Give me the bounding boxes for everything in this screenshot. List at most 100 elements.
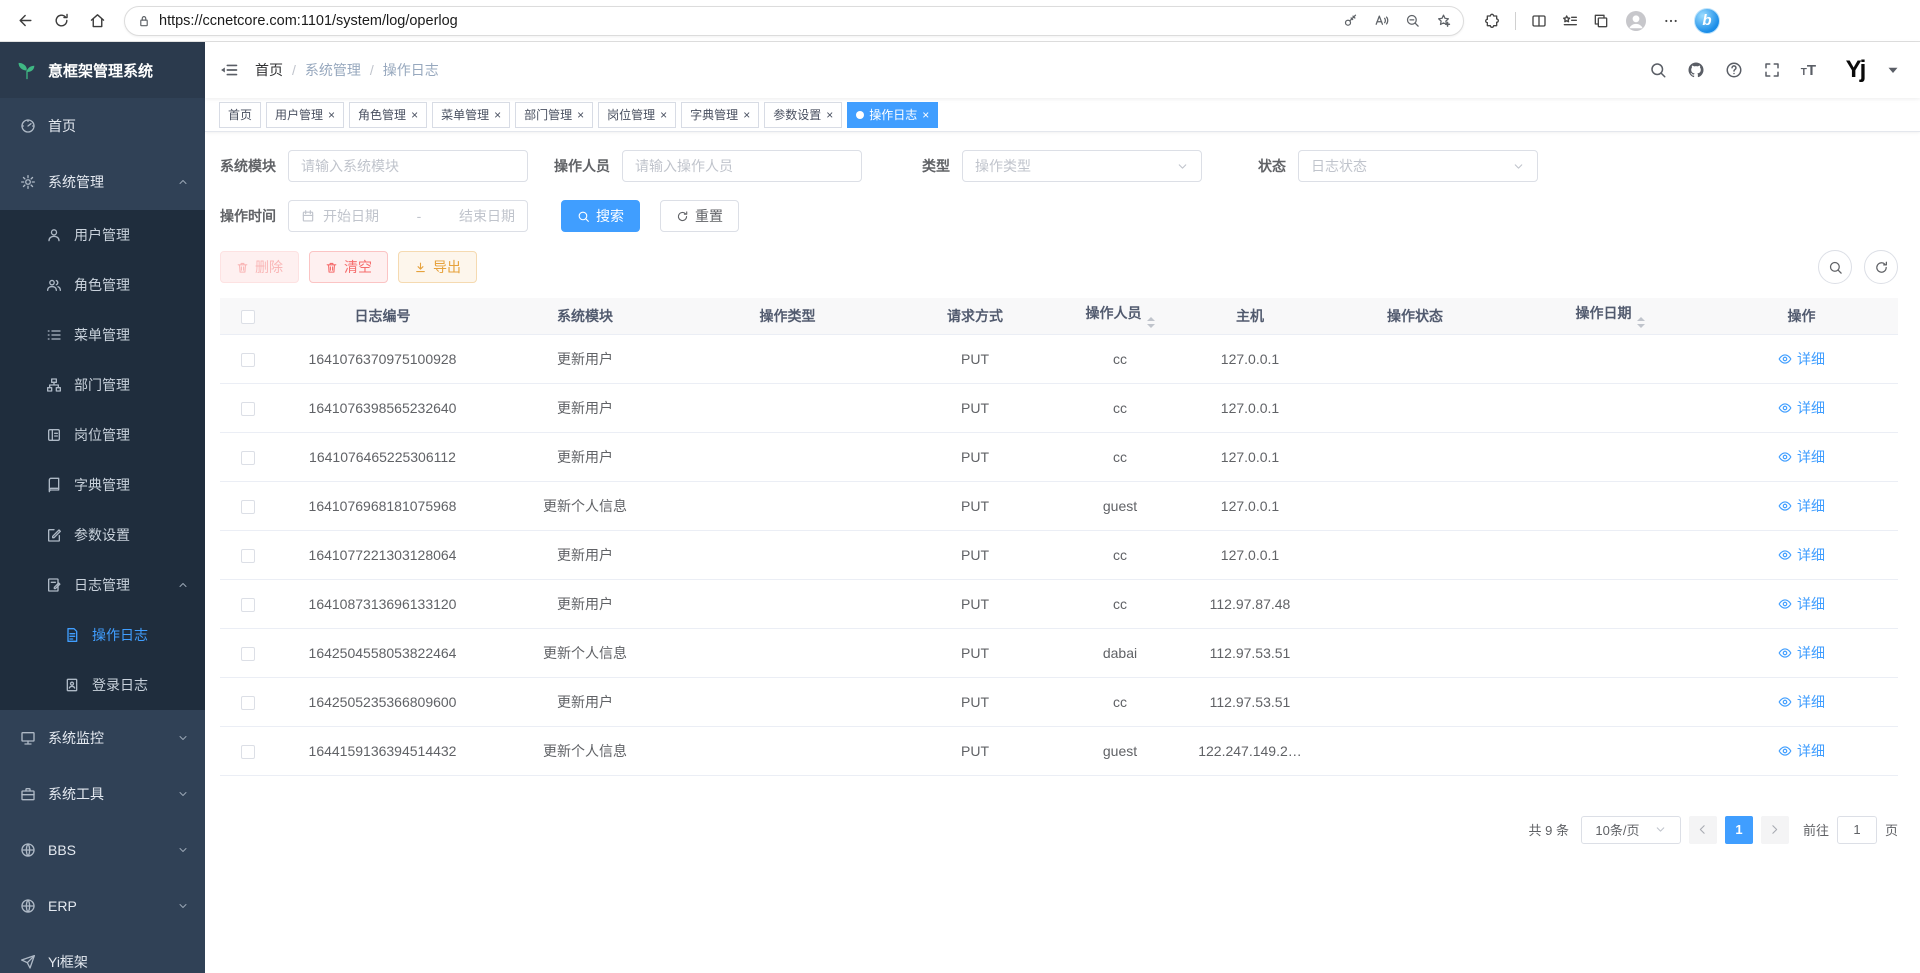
browser-back-icon[interactable] [10, 6, 40, 36]
goto-page-input[interactable] [1837, 816, 1877, 844]
extensions-icon[interactable] [1484, 13, 1500, 29]
detail-link[interactable]: 详细 [1778, 349, 1825, 369]
sidebar-item-角色管理[interactable]: 角色管理 [0, 260, 205, 310]
reset-button[interactable]: 重置 [660, 200, 739, 232]
tab-角色管理[interactable]: 角色管理× [349, 102, 427, 128]
page-number-1[interactable]: 1 [1725, 816, 1753, 844]
row-checkbox[interactable] [241, 353, 255, 367]
zoom-out-icon[interactable] [1405, 13, 1420, 28]
sidebar-item-用户管理[interactable]: 用户管理 [0, 210, 205, 260]
close-tab-icon[interactable]: × [411, 109, 418, 121]
add-favorite-icon[interactable] [1436, 13, 1451, 28]
page-size-select[interactable]: 10条/页 [1581, 816, 1681, 844]
browser-refresh-icon[interactable] [46, 6, 76, 36]
detail-link[interactable]: 详细 [1778, 594, 1825, 614]
status-filter-select[interactable]: 日志状态 [1298, 150, 1538, 182]
tab-首页[interactable]: 首页 [219, 102, 261, 128]
header-search-icon[interactable] [1649, 61, 1667, 79]
help-icon[interactable] [1725, 61, 1743, 79]
logo[interactable]: 意框架管理系统 [0, 42, 205, 98]
clear-button[interactable]: 清空 [309, 251, 388, 283]
type-filter-select[interactable]: 操作类型 [962, 150, 1202, 182]
detail-link[interactable]: 详细 [1778, 741, 1825, 761]
user-avatar[interactable]: Yj [1836, 51, 1874, 89]
export-button[interactable]: 导出 [398, 251, 477, 283]
password-key-icon[interactable] [1343, 13, 1358, 28]
column-header-操作日期[interactable]: 操作日期 [1515, 298, 1705, 334]
close-tab-icon[interactable]: × [743, 109, 750, 121]
row-checkbox[interactable] [241, 696, 255, 710]
select-all-checkbox[interactable] [241, 310, 255, 324]
sidebar-item-字典管理[interactable]: 字典管理 [0, 460, 205, 510]
row-checkbox[interactable] [241, 402, 255, 416]
tab-操作日志[interactable]: 操作日志× [847, 102, 938, 128]
address-bar[interactable]: https://ccnetcore.com:1101/system/log/op… [124, 6, 1464, 36]
browser-home-icon[interactable] [82, 6, 112, 36]
sidebar-item-BBS[interactable]: BBS [0, 822, 205, 878]
row-checkbox[interactable] [241, 745, 255, 759]
column-header-操作人员[interactable]: 操作人员 [1055, 298, 1185, 334]
avatar-caret-icon[interactable] [1884, 61, 1902, 79]
sidebar-item-系统管理[interactable]: 系统管理 [0, 154, 205, 210]
detail-link[interactable]: 详细 [1778, 496, 1825, 516]
sidebar-item-Yi框架[interactable]: Yi框架 [0, 934, 205, 973]
split-screen-icon[interactable] [1531, 13, 1547, 29]
module-filter-input[interactable] [288, 150, 528, 182]
detail-link[interactable]: 详细 [1778, 545, 1825, 565]
edge-copilot-icon[interactable]: b [1694, 8, 1720, 34]
row-checkbox[interactable] [241, 549, 255, 563]
tab-参数设置[interactable]: 参数设置× [764, 102, 842, 128]
close-tab-icon[interactable]: × [826, 109, 833, 121]
detail-link[interactable]: 详细 [1778, 447, 1825, 467]
row-checkbox[interactable] [241, 451, 255, 465]
tab-岗位管理[interactable]: 岗位管理× [598, 102, 676, 128]
close-tab-icon[interactable]: × [328, 109, 335, 121]
favorites-icon[interactable] [1562, 13, 1578, 29]
row-checkbox[interactable] [241, 500, 255, 514]
row-checkbox[interactable] [241, 598, 255, 612]
next-page-button[interactable] [1761, 816, 1789, 844]
close-tab-icon[interactable]: × [577, 109, 584, 121]
tab-用户管理[interactable]: 用户管理× [266, 102, 344, 128]
close-tab-icon[interactable]: × [922, 109, 929, 121]
breadcrumb-item[interactable]: 首页 [255, 60, 283, 80]
close-tab-icon[interactable]: × [660, 109, 667, 121]
sidebar-item-系统监控[interactable]: 系统监控 [0, 710, 205, 766]
sort-carets-icon[interactable] [1637, 317, 1645, 328]
sort-carets-icon[interactable] [1147, 317, 1155, 328]
prev-page-button[interactable] [1689, 816, 1717, 844]
sidebar-item-部门管理[interactable]: 部门管理 [0, 360, 205, 410]
sidebar-item-岗位管理[interactable]: 岗位管理 [0, 410, 205, 460]
sidebar-item-日志管理[interactable]: 日志管理 [0, 560, 205, 610]
sidebar-item-系统工具[interactable]: 系统工具 [0, 766, 205, 822]
sidebar-item-参数设置[interactable]: 参数设置 [0, 510, 205, 560]
fullscreen-icon[interactable] [1763, 61, 1781, 79]
detail-link[interactable]: 详细 [1778, 398, 1825, 418]
sidebar-item-登录日志[interactable]: 登录日志 [0, 660, 205, 710]
sidebar-item-ERP[interactable]: ERP [0, 878, 205, 934]
sidebar-item-操作日志[interactable]: 操作日志 [0, 610, 205, 660]
row-checkbox[interactable] [241, 647, 255, 661]
detail-link[interactable]: 详细 [1778, 643, 1825, 663]
tab-菜单管理[interactable]: 菜单管理× [432, 102, 510, 128]
tab-字典管理[interactable]: 字典管理× [681, 102, 759, 128]
font-size-icon[interactable]: TT [1801, 62, 1816, 79]
read-aloud-icon[interactable] [1374, 13, 1389, 28]
table-refresh-icon[interactable] [1864, 250, 1898, 284]
search-button[interactable]: 搜索 [561, 200, 640, 232]
tab-部门管理[interactable]: 部门管理× [515, 102, 593, 128]
lock-icon[interactable] [137, 14, 151, 28]
delete-button[interactable]: 删除 [220, 251, 299, 283]
sidebar-toggle-icon[interactable] [219, 60, 239, 80]
collections-icon[interactable] [1593, 13, 1609, 29]
sidebar-item-菜单管理[interactable]: 菜单管理 [0, 310, 205, 360]
close-tab-icon[interactable]: × [494, 109, 501, 121]
browser-profile-avatar[interactable] [1624, 9, 1648, 33]
date-range-picker[interactable]: 开始日期 - 结束日期 [288, 200, 528, 232]
github-icon[interactable] [1687, 61, 1705, 79]
show-search-toggle-icon[interactable] [1818, 250, 1852, 284]
operator-filter-input[interactable] [622, 150, 862, 182]
browser-menu-icon[interactable] [1663, 13, 1679, 29]
detail-link[interactable]: 详细 [1778, 692, 1825, 712]
sidebar-item-首页[interactable]: 首页 [0, 98, 205, 154]
